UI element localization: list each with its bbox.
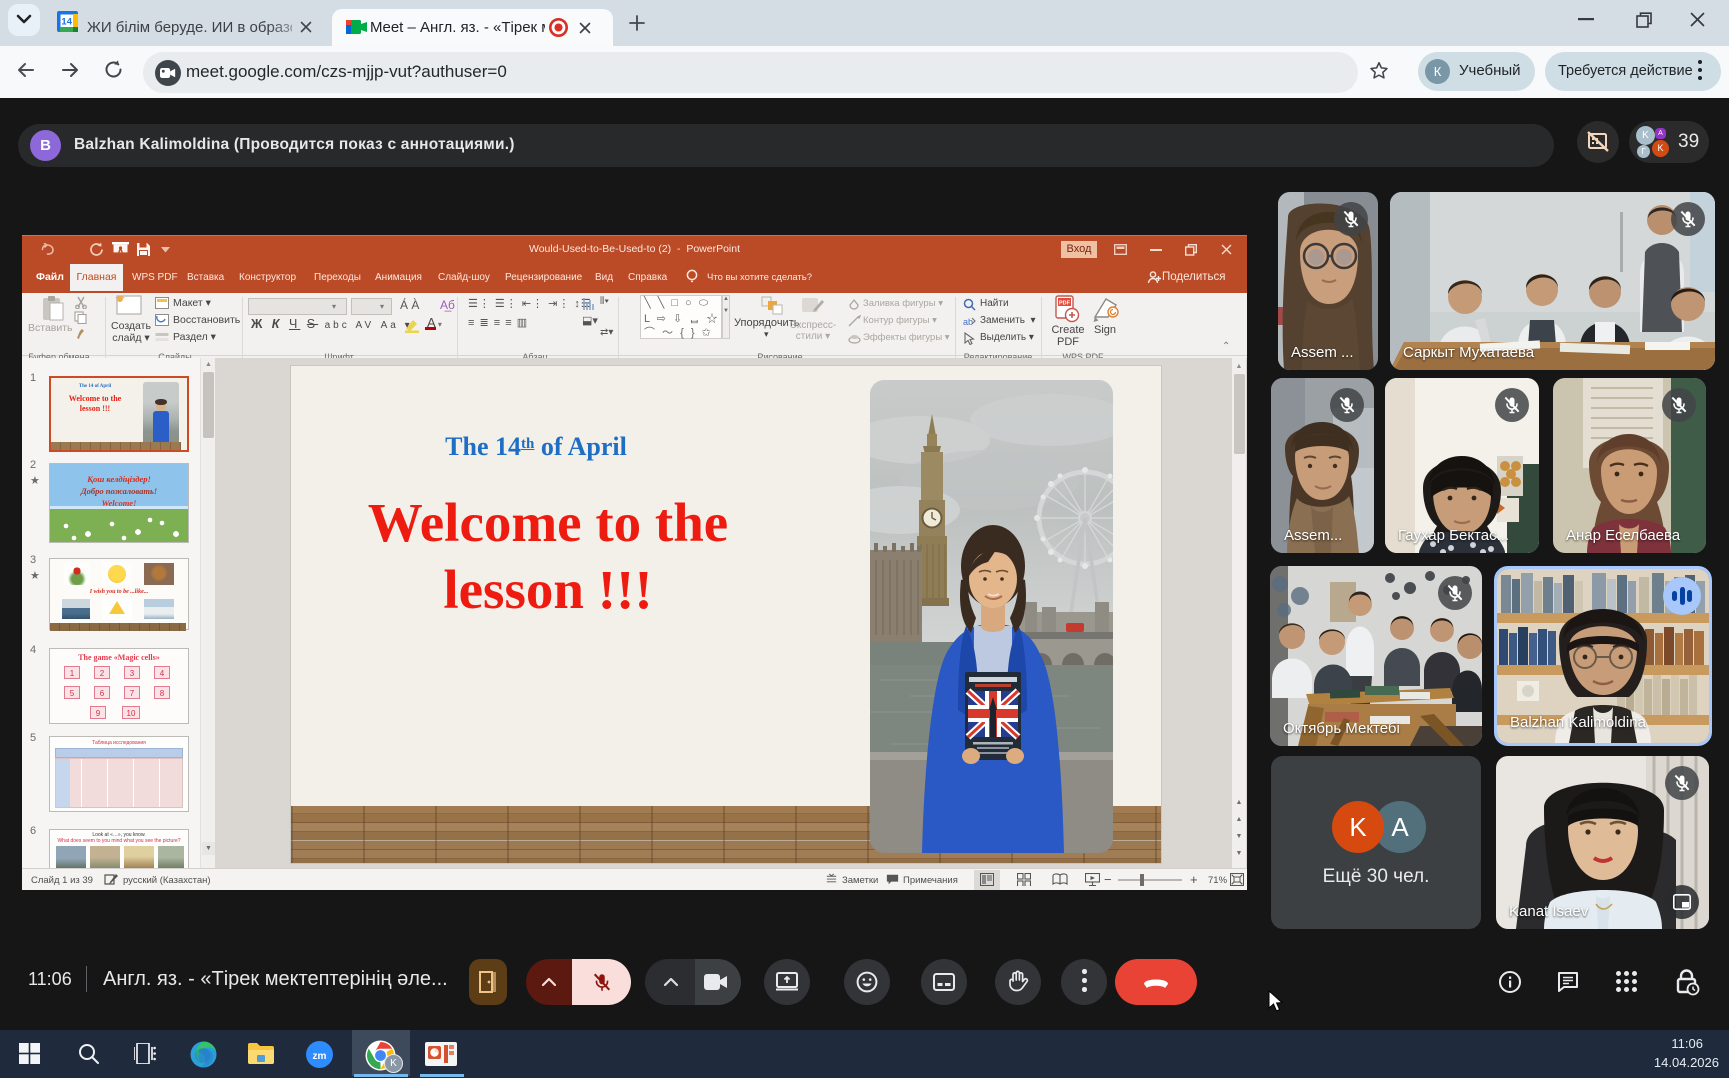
svg-text:zm: zm [313, 1051, 327, 1062]
svg-text:PDF: PDF [1059, 301, 1071, 307]
svg-text:ab: ab [963, 317, 973, 327]
svg-text:14: 14 [61, 16, 72, 27]
